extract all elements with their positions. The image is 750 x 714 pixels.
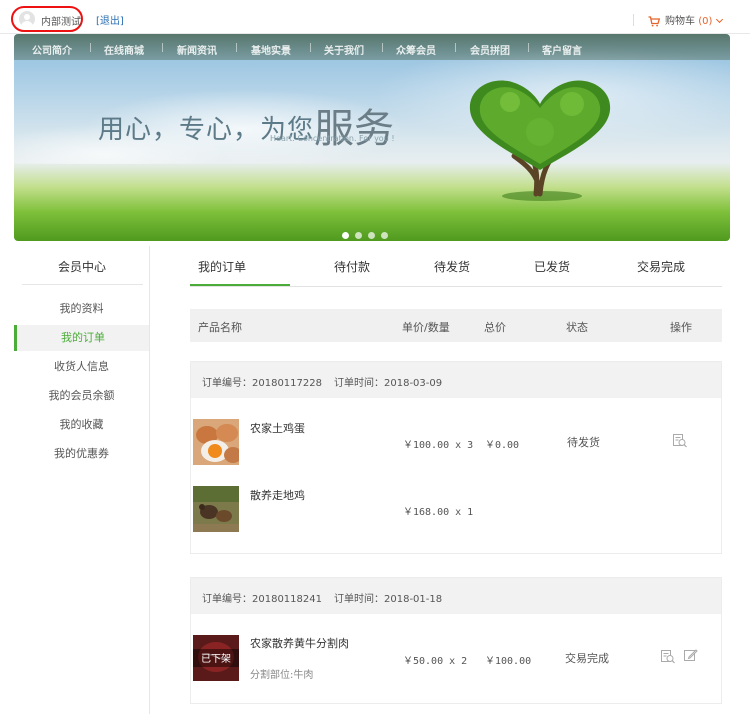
tab-my-orders[interactable]: 我的订单 — [198, 258, 246, 275]
sidebar-item-profile[interactable]: 我的资料 — [14, 296, 149, 322]
order-card: 订单编号：20180117228 订单时间：2018-03-09 农家土鸡蛋 ￥… — [190, 361, 722, 554]
carousel-dot[interactable] — [381, 232, 388, 239]
nav-separator — [236, 43, 237, 52]
sidebar-item-addresses[interactable]: 收货人信息 — [14, 354, 149, 380]
column-header-status: 状态 — [566, 321, 588, 334]
order-number: 订单编号：20180118241 — [202, 594, 322, 605]
nav-item-crowdfund[interactable]: 众筹会员 — [396, 42, 436, 57]
product-image-beef[interactable]: 已下架 — [193, 635, 239, 681]
nav-separator — [90, 43, 91, 52]
product-name[interactable]: 农家散养黄牛分割肉 — [250, 635, 349, 651]
cart-count: (0) — [698, 16, 713, 27]
nav-separator — [162, 43, 163, 52]
product-price-qty: ￥168.00 x 1 — [403, 507, 474, 518]
order-time: 订单时间：2018-01-18 — [334, 594, 443, 605]
slogan-subtitle: Heart. Concentration. For you ! — [270, 134, 395, 143]
sidebar-item-favorites[interactable]: 我的收藏 — [14, 412, 149, 438]
column-header-name: 产品名称 — [198, 321, 242, 334]
slogan-highlight: 服务 — [314, 106, 395, 152]
delisted-label: 已下架 — [201, 654, 231, 665]
active-tab-indicator — [190, 284, 290, 286]
member-sidebar: 会员中心 我的资料 我的订单 收货人信息 我的会员余额 我的收藏 我的优惠券 — [14, 246, 150, 714]
view-order-icon[interactable] — [672, 433, 688, 448]
view-order-icon[interactable] — [660, 649, 676, 664]
username: 内部测试 — [41, 17, 81, 28]
logout-link[interactable]: [退出] — [96, 12, 124, 27]
carousel-dot[interactable] — [355, 232, 362, 239]
nav-item-company[interactable]: 公司简介 — [32, 42, 72, 57]
product-price-qty: ￥50.00 x 2 — [403, 656, 468, 667]
nav-item-group-buy[interactable]: 会员拼团 — [470, 42, 510, 57]
chevron-down-icon — [716, 15, 724, 24]
nav-separator — [382, 43, 383, 52]
nav-item-base[interactable]: 基地实景 — [251, 42, 291, 57]
product-name[interactable]: 农家土鸡蛋 — [250, 420, 305, 436]
order-time: 订单时间：2018-03-09 — [334, 378, 443, 389]
order-total: ￥0.00 — [485, 440, 520, 451]
banner: 公司简介 在线商城 新闻资讯 基地实景 关于我们 众筹会员 会员拼团 客户留言 … — [14, 34, 730, 241]
carousel-dot[interactable] — [342, 232, 349, 239]
order-total: ￥100.00 — [485, 656, 532, 667]
order-status: 待发货 — [567, 436, 600, 449]
sidebar-item-balance[interactable]: 我的会员余额 — [14, 383, 149, 409]
user-info[interactable]: 内部测试 — [11, 6, 83, 32]
product-image-eggs[interactable] — [193, 419, 239, 465]
order-number: 订单编号：20180117228 — [202, 378, 322, 389]
cart-label: 购物车 — [665, 16, 695, 27]
order-header: 订单编号：20180118241 订单时间：2018-01-18 — [191, 578, 721, 614]
order-card: 订单编号：20180118241 订单时间：2018-01-18 已下架 农家散… — [190, 577, 722, 704]
carousel-dot[interactable] — [368, 232, 375, 239]
sidebar-item-orders[interactable]: 我的订单 — [14, 325, 149, 351]
tabs-divider — [190, 286, 722, 287]
nav-item-shop[interactable]: 在线商城 — [104, 42, 144, 57]
order-header: 订单编号：20180117228 订单时间：2018-03-09 — [191, 362, 721, 398]
nav-separator — [310, 43, 311, 52]
column-header-actions: 操作 — [670, 321, 692, 334]
nav-item-messages[interactable]: 客户留言 — [542, 42, 582, 57]
sidebar-title: 会员中心 — [57, 260, 106, 274]
tab-shipped[interactable]: 已发货 — [534, 258, 570, 275]
table-header: 产品名称 单价/数量 总价 状态 操作 — [190, 309, 722, 342]
tree-illustration — [469, 80, 611, 201]
product-name[interactable]: 散养走地鸡 — [250, 487, 305, 503]
divider — [22, 284, 143, 285]
main-nav: 公司简介 在线商城 新闻资讯 基地实景 关于我们 众筹会员 会员拼团 客户留言 — [14, 34, 730, 60]
top-bar: 内部测试 [退出] 购物车 (0) — [0, 0, 750, 34]
tab-pending-shipment[interactable]: 待发货 — [434, 258, 470, 275]
cart-icon — [648, 15, 660, 26]
product-price-qty: ￥100.00 x 3 — [403, 440, 474, 451]
avatar — [19, 11, 35, 27]
product-image-chicken[interactable] — [193, 486, 239, 532]
product-variant: 分割部位:牛肉 — [250, 670, 314, 681]
nav-item-about[interactable]: 关于我们 — [324, 42, 364, 57]
chicken-photo — [193, 486, 239, 532]
cart-button[interactable]: 购物车 (0) — [648, 12, 724, 28]
eggs-photo — [193, 419, 239, 465]
carousel-indicators — [342, 228, 394, 241]
order-status: 交易完成 — [565, 652, 609, 665]
divider — [633, 14, 634, 26]
column-header-total: 总价 — [484, 321, 506, 334]
tab-pending-payment[interactable]: 待付款 — [334, 258, 370, 275]
column-header-price-qty: 单价/数量 — [402, 321, 450, 334]
nav-separator — [455, 43, 456, 52]
tab-completed[interactable]: 交易完成 — [637, 258, 685, 275]
edit-review-icon[interactable] — [683, 648, 698, 663]
nav-item-news[interactable]: 新闻资讯 — [177, 42, 217, 57]
sidebar-item-coupons[interactable]: 我的优惠券 — [14, 441, 149, 467]
nav-separator — [528, 43, 529, 52]
